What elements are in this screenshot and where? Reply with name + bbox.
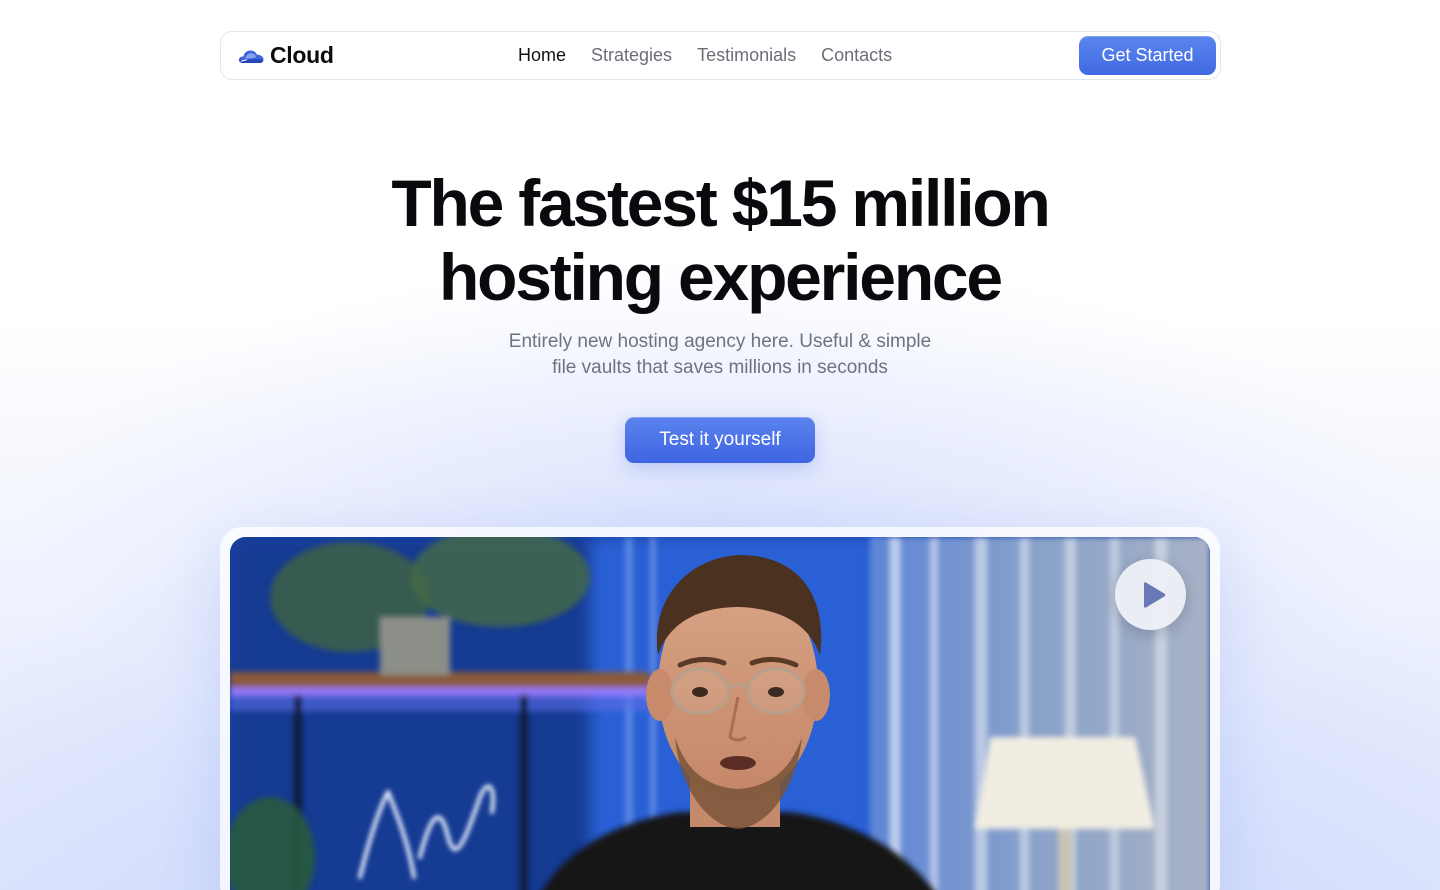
hero-title: The fastest $15 million hosting experien… — [320, 166, 1120, 314]
nav-link-testimonials[interactable]: Testimonials — [697, 45, 796, 66]
cloud-icon — [238, 50, 264, 63]
hero-subtitle-line-2: file vaults that saves millions in secon… — [552, 357, 888, 378]
test-it-yourself-button[interactable]: Test it yourself — [625, 417, 815, 463]
play-icon — [1144, 581, 1166, 608]
hero-subtitle: Entirely new hosting agency here. Useful… — [460, 329, 980, 381]
brand-name: Cloud — [270, 42, 334, 68]
brand-logo[interactable]: Cloud — [237, 32, 334, 79]
video-card — [220, 527, 1220, 890]
top-navbar: Cloud Home Strategies Testimonials Conta… — [220, 31, 1221, 80]
hero-title-line-2: hosting experience — [439, 240, 1003, 314]
video-thumbnail — [230, 537, 1210, 890]
hero-title-line-1: The fastest $15 million — [391, 166, 1050, 240]
nav-link-strategies[interactable]: Strategies — [591, 45, 672, 66]
get-started-button[interactable]: Get Started — [1079, 36, 1216, 75]
nav-links: Home Strategies Testimonials Contacts — [518, 32, 892, 79]
nav-link-contacts[interactable]: Contacts — [821, 45, 892, 66]
hero-subtitle-line-1: Entirely new hosting agency here. Useful… — [508, 331, 932, 352]
play-button[interactable] — [1115, 559, 1186, 630]
nav-link-home[interactable]: Home — [518, 45, 566, 66]
video-player[interactable] — [230, 537, 1210, 890]
